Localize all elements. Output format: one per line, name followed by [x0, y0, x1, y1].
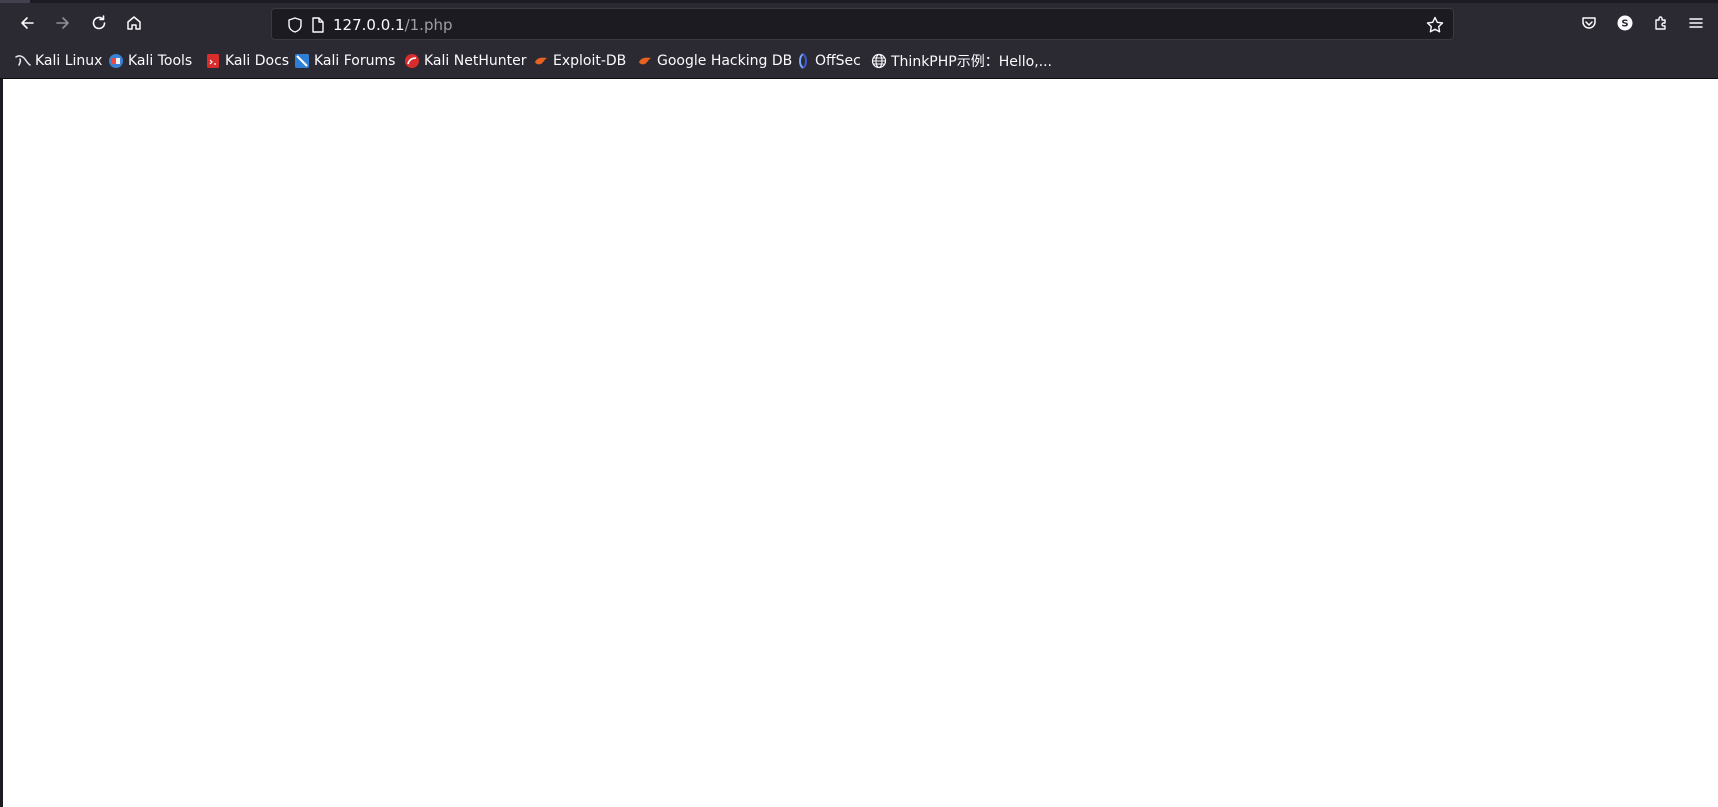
back-arrow-icon: [21, 17, 34, 29]
navigation-toolbar: 127.0.0.1/1.php S: [0, 3, 1718, 44]
bookmark-label: Kali Linux: [35, 53, 103, 69]
bookmark-label: Kali Forums: [314, 53, 396, 69]
url-bar[interactable]: 127.0.0.1/1.php: [271, 8, 1454, 40]
back-button[interactable]: [12, 8, 42, 38]
bookmark-kali-forums[interactable]: Kali Forums: [294, 50, 395, 72]
bookmark-label: Exploit-DB: [553, 53, 627, 69]
shield-icon[interactable]: [286, 16, 304, 34]
ghdb-icon: [639, 57, 651, 65]
url-path: /1.php: [404, 16, 453, 34]
extension-badge-icon: S: [1617, 15, 1633, 31]
bookmark-label: ThinkPHP示例：Hello,...: [891, 54, 1052, 70]
bookmark-kali-nethunter[interactable]: Kali NetHunter: [404, 50, 526, 72]
bookmark-label: Kali NetHunter: [424, 53, 527, 69]
extension-badge-button[interactable]: S: [1610, 8, 1640, 38]
bookmark-google-hacking-db[interactable]: Google Hacking DB: [637, 50, 792, 72]
kali-forums-icon: [295, 54, 309, 68]
page-icon[interactable]: [309, 16, 327, 34]
extensions-button[interactable]: [1646, 8, 1676, 38]
exploit-db-icon: [535, 57, 547, 65]
kali-docs-icon: [207, 54, 219, 68]
page-content[interactable]: [3, 79, 1718, 807]
bookmark-kali-docs[interactable]: Kali Docs: [205, 50, 289, 72]
bookmark-label: OffSec: [815, 53, 861, 69]
kali-dragon-icon: [15, 55, 31, 66]
kali-nethunter-icon: [405, 54, 419, 68]
bookmark-offsec[interactable]: OffSec: [795, 50, 861, 72]
reload-icon: [92, 15, 106, 30]
forward-button[interactable]: [48, 8, 78, 38]
star-icon[interactable]: [1425, 15, 1445, 35]
pocket-button[interactable]: [1574, 8, 1604, 38]
home-icon: [127, 16, 141, 30]
bookmark-label: Kali Tools: [128, 53, 193, 69]
reload-button[interactable]: [84, 8, 114, 38]
bookmark-label: Kali Docs: [225, 53, 290, 69]
browser-window: 127.0.0.1/1.php S Kali Linux Kali Tools …: [0, 0, 1718, 807]
hamburger-menu-icon: [1689, 18, 1703, 28]
url-host: 127.0.0.1: [333, 16, 405, 34]
svg-text:S: S: [1621, 19, 1628, 30]
kali-tools-icon: [109, 54, 123, 68]
offsec-icon: [799, 53, 807, 69]
url-text[interactable]: 127.0.0.1/1.php: [333, 15, 453, 35]
pocket-icon: [1582, 17, 1596, 29]
menu-button[interactable]: [1681, 8, 1711, 38]
globe-icon: [871, 53, 887, 69]
home-button[interactable]: [119, 8, 149, 38]
forward-arrow-icon: [56, 17, 69, 29]
bookmark-kali-tools[interactable]: Kali Tools: [108, 50, 192, 72]
bookmarks-toolbar: Kali Linux Kali Tools Kali Docs Kali For…: [0, 44, 1718, 79]
bookmark-exploit-db[interactable]: Exploit-DB: [533, 50, 626, 72]
bookmark-kali-linux[interactable]: Kali Linux: [15, 50, 102, 72]
bookmark-label: Google Hacking DB: [657, 53, 793, 69]
extensions-puzzle-icon: [1655, 16, 1666, 30]
bookmark-thinkphp[interactable]: ThinkPHP示例：Hello,...: [871, 50, 1052, 72]
